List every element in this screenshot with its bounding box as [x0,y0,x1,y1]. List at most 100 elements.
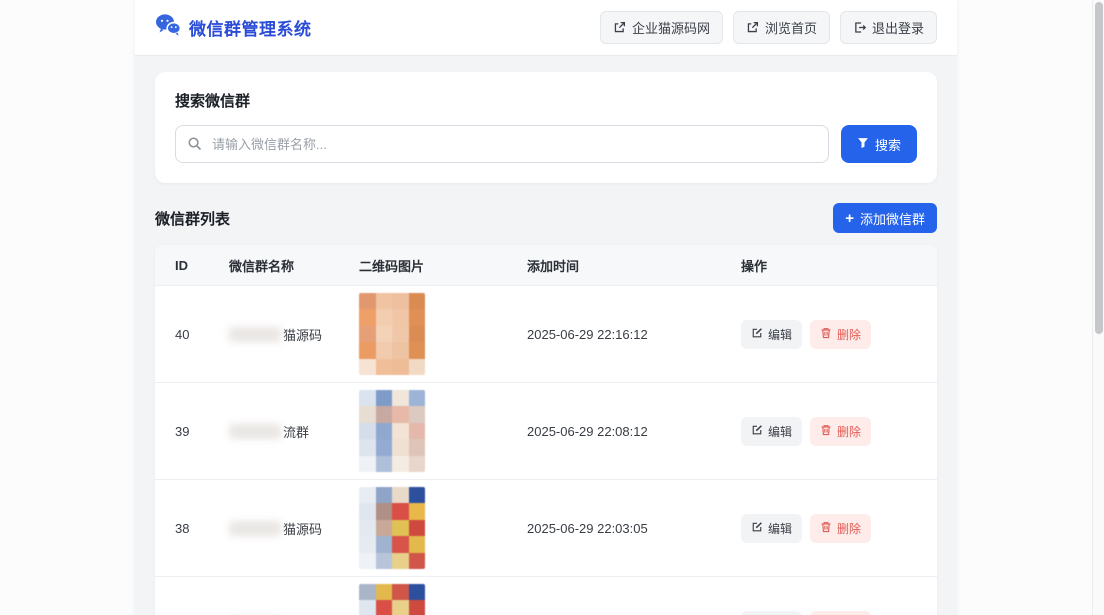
page-title: 微信群管理系统 [189,15,312,40]
delete-button[interactable]: 删除 [810,320,871,349]
wechat-logo-icon [155,13,181,42]
scrollbar-thumb[interactable] [1095,2,1103,334]
trash-icon [820,424,832,439]
browser-viewport: 微信群管理系统 企业猫源码网 [0,0,1092,615]
qr-code-image [359,487,425,569]
qr-pixel [409,520,426,536]
qr-pixel [359,342,376,358]
cell-id: 38 [175,521,229,536]
logout-button[interactable]: 退出登录 [840,11,937,44]
col-added: 添加时间 [527,256,741,275]
group-name-text: 猫源码 [283,519,322,538]
qr-pixel [376,487,393,503]
edit-button[interactable]: 编辑 [741,611,802,615]
group-name-text: 猫源码 [283,325,322,344]
vertical-scrollbar[interactable] [1092,0,1104,615]
qr-pixel [392,390,409,406]
qr-pixel [376,520,393,536]
qr-pixel [376,390,393,406]
qr-pixel [359,553,376,569]
delete-label: 删除 [837,520,861,537]
group-name-text: 流群 [283,422,309,441]
cell-id: 39 [175,424,229,439]
qr-pixel [392,553,409,569]
header: 微信群管理系统 企业猫源码网 [135,0,957,56]
qr-pixel [376,293,393,309]
qr-pixel [359,309,376,325]
qr-pixel [376,342,393,358]
qr-pixel [409,553,426,569]
qr-pixel [359,520,376,536]
edit-icon [751,327,763,342]
edit-icon [751,424,763,439]
search-card-title: 搜索微信群 [175,90,917,111]
qr-pixel [392,503,409,519]
cell-actions: 编辑 删除 [741,611,937,615]
edit-button[interactable]: 编辑 [741,514,802,543]
add-group-button[interactable]: + 添加微信群 [833,203,937,233]
qr-pixel [376,553,393,569]
delete-label: 删除 [837,326,861,343]
brand: 微信群管理系统 [155,13,312,42]
search-box [175,125,829,163]
cell-group-name: 流群 [229,422,359,441]
qr-pixel [392,309,409,325]
search-card: 搜索微信群 [155,72,937,183]
qr-pixel [392,584,409,600]
search-button-label: 搜索 [875,135,901,154]
qr-pixel [392,439,409,455]
trash-icon [820,327,832,342]
qr-pixel [376,423,393,439]
search-input[interactable] [175,125,829,163]
table-row: 37交流群2025-06-29 22:02:49编辑删除 [155,576,937,615]
qr-code-image [359,390,425,472]
edit-button[interactable]: 编辑 [741,320,802,349]
cell-qr [359,390,527,472]
cell-added-time: 2025-06-29 22:16:12 [527,327,741,342]
qr-pixel [376,359,393,375]
edit-icon [751,521,763,536]
qr-pixel [359,456,376,472]
cell-id: 40 [175,327,229,342]
search-row: 搜索 [175,125,917,163]
cell-qr [359,293,527,375]
delete-button[interactable]: 删除 [810,611,871,615]
list-head: 微信群列表 + 添加微信群 [155,203,937,233]
cell-group-name: 猫源码 [229,325,359,344]
cell-actions: 编辑 删除 [741,320,937,349]
qr-pixel [376,503,393,519]
table-row: 39流群2025-06-29 22:08:12编辑删除 [155,382,937,479]
delete-label: 删除 [837,423,861,440]
qr-pixel [359,503,376,519]
qr-pixel [359,423,376,439]
nav-label: 退出登录 [872,18,924,37]
qr-pixel [409,439,426,455]
qr-pixel [376,439,393,455]
edit-button[interactable]: 编辑 [741,417,802,446]
search-button[interactable]: 搜索 [841,125,917,163]
qr-pixel [359,584,376,600]
qr-pixel [359,326,376,342]
nav-source-site-button[interactable]: 企业猫源码网 [600,11,723,44]
qr-pixel [392,520,409,536]
qr-pixel [409,406,426,422]
edit-label: 编辑 [768,326,792,343]
qr-pixel [409,293,426,309]
delete-button[interactable]: 删除 [810,417,871,446]
edit-label: 编辑 [768,423,792,440]
nav-browse-home-button[interactable]: 浏览首页 [733,11,830,44]
qr-pixel [359,600,376,615]
col-name: 微信群名称 [229,256,359,275]
external-link-icon [613,21,626,34]
logout-icon [853,21,866,34]
app-container: 微信群管理系统 企业猫源码网 [135,0,957,615]
cell-qr [359,584,527,615]
redacted-name-blur [229,521,281,536]
col-qr: 二维码图片 [359,256,527,275]
redacted-name-blur [229,424,281,439]
cell-actions: 编辑 删除 [741,417,937,446]
list-title: 微信群列表 [155,208,230,229]
delete-button[interactable]: 删除 [810,514,871,543]
nav-label: 浏览首页 [765,18,817,37]
qr-pixel [392,359,409,375]
